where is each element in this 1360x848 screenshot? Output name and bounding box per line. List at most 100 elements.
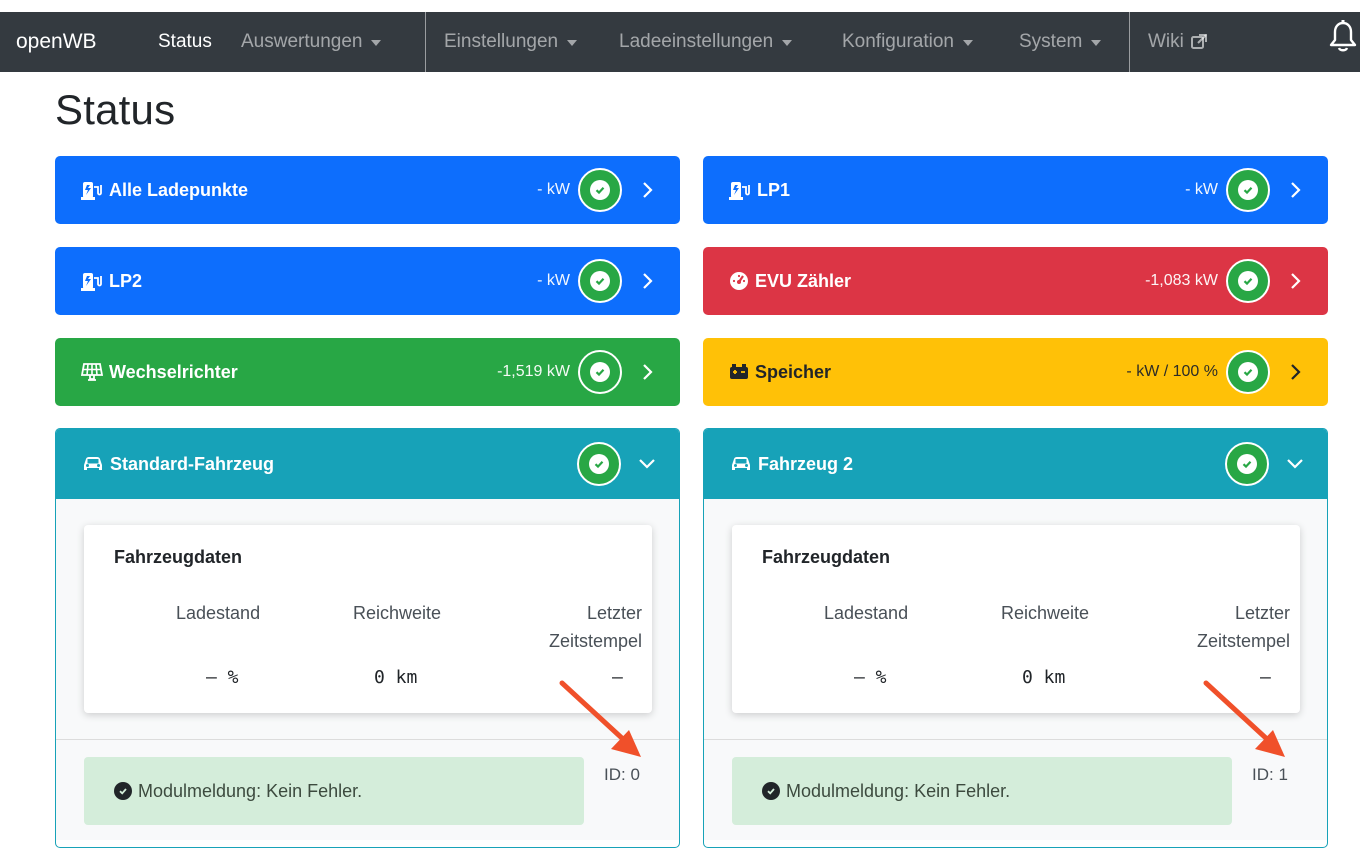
label-reichweite: Reichweite <box>1001 603 1090 623</box>
chevron-down-icon[interactable] <box>635 452 659 476</box>
value-ladestand: – % <box>206 667 239 688</box>
module-message-alert: Modulmeldung: Kein Fehler. <box>732 757 1232 825</box>
chevron-right-icon[interactable] <box>636 269 660 293</box>
label-letzter-zeitstempel: Letzter Zeitstempel <box>1197 599 1290 655</box>
vehicle-panel-fahrzeug-2: Fahrzeug 2 Fahrzeugdaten Ladestand Reich… <box>703 428 1328 848</box>
car-battery-icon <box>729 363 749 381</box>
label-line: Zeitstempel <box>1196 631 1290 651</box>
vehicle-id: ID: 1 <box>1252 765 1288 784</box>
vehicle-panel-standard: Standard-Fahrzeug Fahrzeugdaten Ladestan… <box>55 428 680 848</box>
check-circle-icon <box>762 782 780 800</box>
chevron-right-icon[interactable] <box>1284 360 1308 384</box>
card-title: LP2 <box>109 270 143 291</box>
caret-down-icon <box>371 40 382 46</box>
vehicle-panel-header[interactable]: Fahrzeug 2 <box>704 429 1327 499</box>
card-title: LP1 <box>757 179 791 200</box>
card-value: - kW / 100 % <box>1126 363 1218 380</box>
card-value: - kW <box>1185 181 1218 198</box>
nav-divider <box>1129 12 1130 72</box>
card-title: EVU Zähler <box>755 270 852 291</box>
brand-logo[interactable]: openWB <box>16 12 97 72</box>
caret-down-icon <box>1091 40 1102 46</box>
caret-down-icon <box>962 40 973 46</box>
label-letzter-zeitstempel: Letzter Zeitstempel <box>549 599 642 655</box>
check-circle-icon <box>1225 442 1269 486</box>
bell-icon[interactable] <box>1328 20 1358 54</box>
chevron-right-icon[interactable] <box>1284 178 1308 202</box>
gauge-icon <box>729 271 749 291</box>
module-message-text: Modulmeldung: Kein Fehler. <box>138 780 363 801</box>
label-reichweite: Reichweite <box>353 603 442 623</box>
card-title: Speicher <box>755 361 832 382</box>
module-message-alert: Modulmeldung: Kein Fehler. <box>84 757 584 825</box>
nav-wiki-label: Wiki <box>1148 31 1184 52</box>
nav-konfiguration-label: Konfiguration <box>842 31 954 52</box>
check-circle-icon <box>578 259 622 303</box>
vehicle-data-card: Fahrzeugdaten Ladestand Reichweite Letzt… <box>84 525 652 713</box>
nav-auswertungen[interactable]: Auswertungen <box>241 12 382 72</box>
card-value: -1,083 kW <box>1145 272 1218 289</box>
label-line: Letzter <box>586 603 642 623</box>
chevron-down-icon[interactable] <box>1283 452 1307 476</box>
check-circle-icon <box>1226 259 1270 303</box>
nav-system[interactable]: System <box>1019 12 1102 72</box>
chevron-right-icon[interactable] <box>636 360 660 384</box>
card-title: Alle Ladepunkte <box>109 179 249 200</box>
vehicle-title: Fahrzeug 2 <box>758 453 854 474</box>
nav-system-label: System <box>1019 31 1083 52</box>
vehicle-data-title: Fahrzeugdaten <box>114 547 243 567</box>
card-evu-zaehler[interactable]: EVU Zähler -1,083 kW <box>703 247 1328 315</box>
nav-status[interactable]: Status <box>158 12 212 72</box>
card-wechselrichter[interactable]: Wechselrichter -1,519 kW <box>55 338 680 406</box>
vehicle-data-title: Fahrzeugdaten <box>762 547 891 567</box>
card-speicher[interactable]: Speicher - kW / 100 % <box>703 338 1328 406</box>
chevron-right-icon[interactable] <box>636 178 660 202</box>
module-message-text: Modulmeldung: Kein Fehler. <box>786 780 1011 801</box>
check-circle-icon <box>578 168 622 212</box>
label-ladestand: Ladestand <box>824 603 909 623</box>
check-circle-icon <box>578 350 622 394</box>
check-circle-icon <box>1226 350 1270 394</box>
nav-auswertungen-label: Auswertungen <box>241 31 363 52</box>
label-line: Zeitstempel <box>548 631 642 651</box>
check-circle-icon <box>577 442 621 486</box>
nav-ladeeinstellungen[interactable]: Ladeeinstellungen <box>619 12 793 72</box>
solar-panel-icon <box>81 362 103 382</box>
vehicle-id: ID: 0 <box>604 765 640 784</box>
charging-station-icon <box>81 270 103 292</box>
card-alle-ladepunkte[interactable]: Alle Ladepunkte - kW <box>55 156 680 224</box>
card-lp1[interactable]: LP1 - kW <box>703 156 1328 224</box>
charging-station-icon <box>81 179 103 201</box>
external-link-icon <box>1190 34 1207 49</box>
label-ladestand: Ladestand <box>176 603 261 623</box>
chevron-right-icon[interactable] <box>1284 269 1308 293</box>
car-icon <box>730 455 752 473</box>
vehicle-data-card: Fahrzeugdaten Ladestand Reichweite Letzt… <box>732 525 1300 713</box>
value-ladestand: – % <box>854 667 887 688</box>
caret-down-icon <box>567 40 578 46</box>
value-reichweite: 0 km <box>1022 667 1066 688</box>
vehicle-panel-header[interactable]: Standard-Fahrzeug <box>56 429 679 499</box>
page-title: Status <box>55 86 176 133</box>
top-navbar: openWB Status Auswertungen Einstellungen… <box>0 12 1360 72</box>
card-lp2[interactable]: LP2 - kW <box>55 247 680 315</box>
label-line: Letzter <box>1234 603 1290 623</box>
charging-station-icon <box>729 179 751 201</box>
caret-down-icon <box>782 40 793 46</box>
value-zeitstempel: – <box>612 667 623 688</box>
nav-divider <box>425 12 426 72</box>
nav-status-label: Status <box>158 31 212 52</box>
card-value: -1,519 kW <box>497 363 570 380</box>
card-value: - kW <box>537 181 570 198</box>
nav-wiki[interactable]: Wiki <box>1148 12 1208 72</box>
check-circle-icon <box>114 782 132 800</box>
nav-konfiguration[interactable]: Konfiguration <box>842 12 973 72</box>
nav-ladeeinstellungen-label: Ladeeinstellungen <box>619 31 774 52</box>
value-zeitstempel: – <box>1260 667 1271 688</box>
nav-einstellungen-label: Einstellungen <box>444 31 559 52</box>
value-reichweite: 0 km <box>374 667 418 688</box>
check-circle-icon <box>1226 168 1270 212</box>
nav-einstellungen[interactable]: Einstellungen <box>444 12 578 72</box>
card-value: - kW <box>537 272 570 289</box>
card-title: Wechselrichter <box>109 361 238 382</box>
